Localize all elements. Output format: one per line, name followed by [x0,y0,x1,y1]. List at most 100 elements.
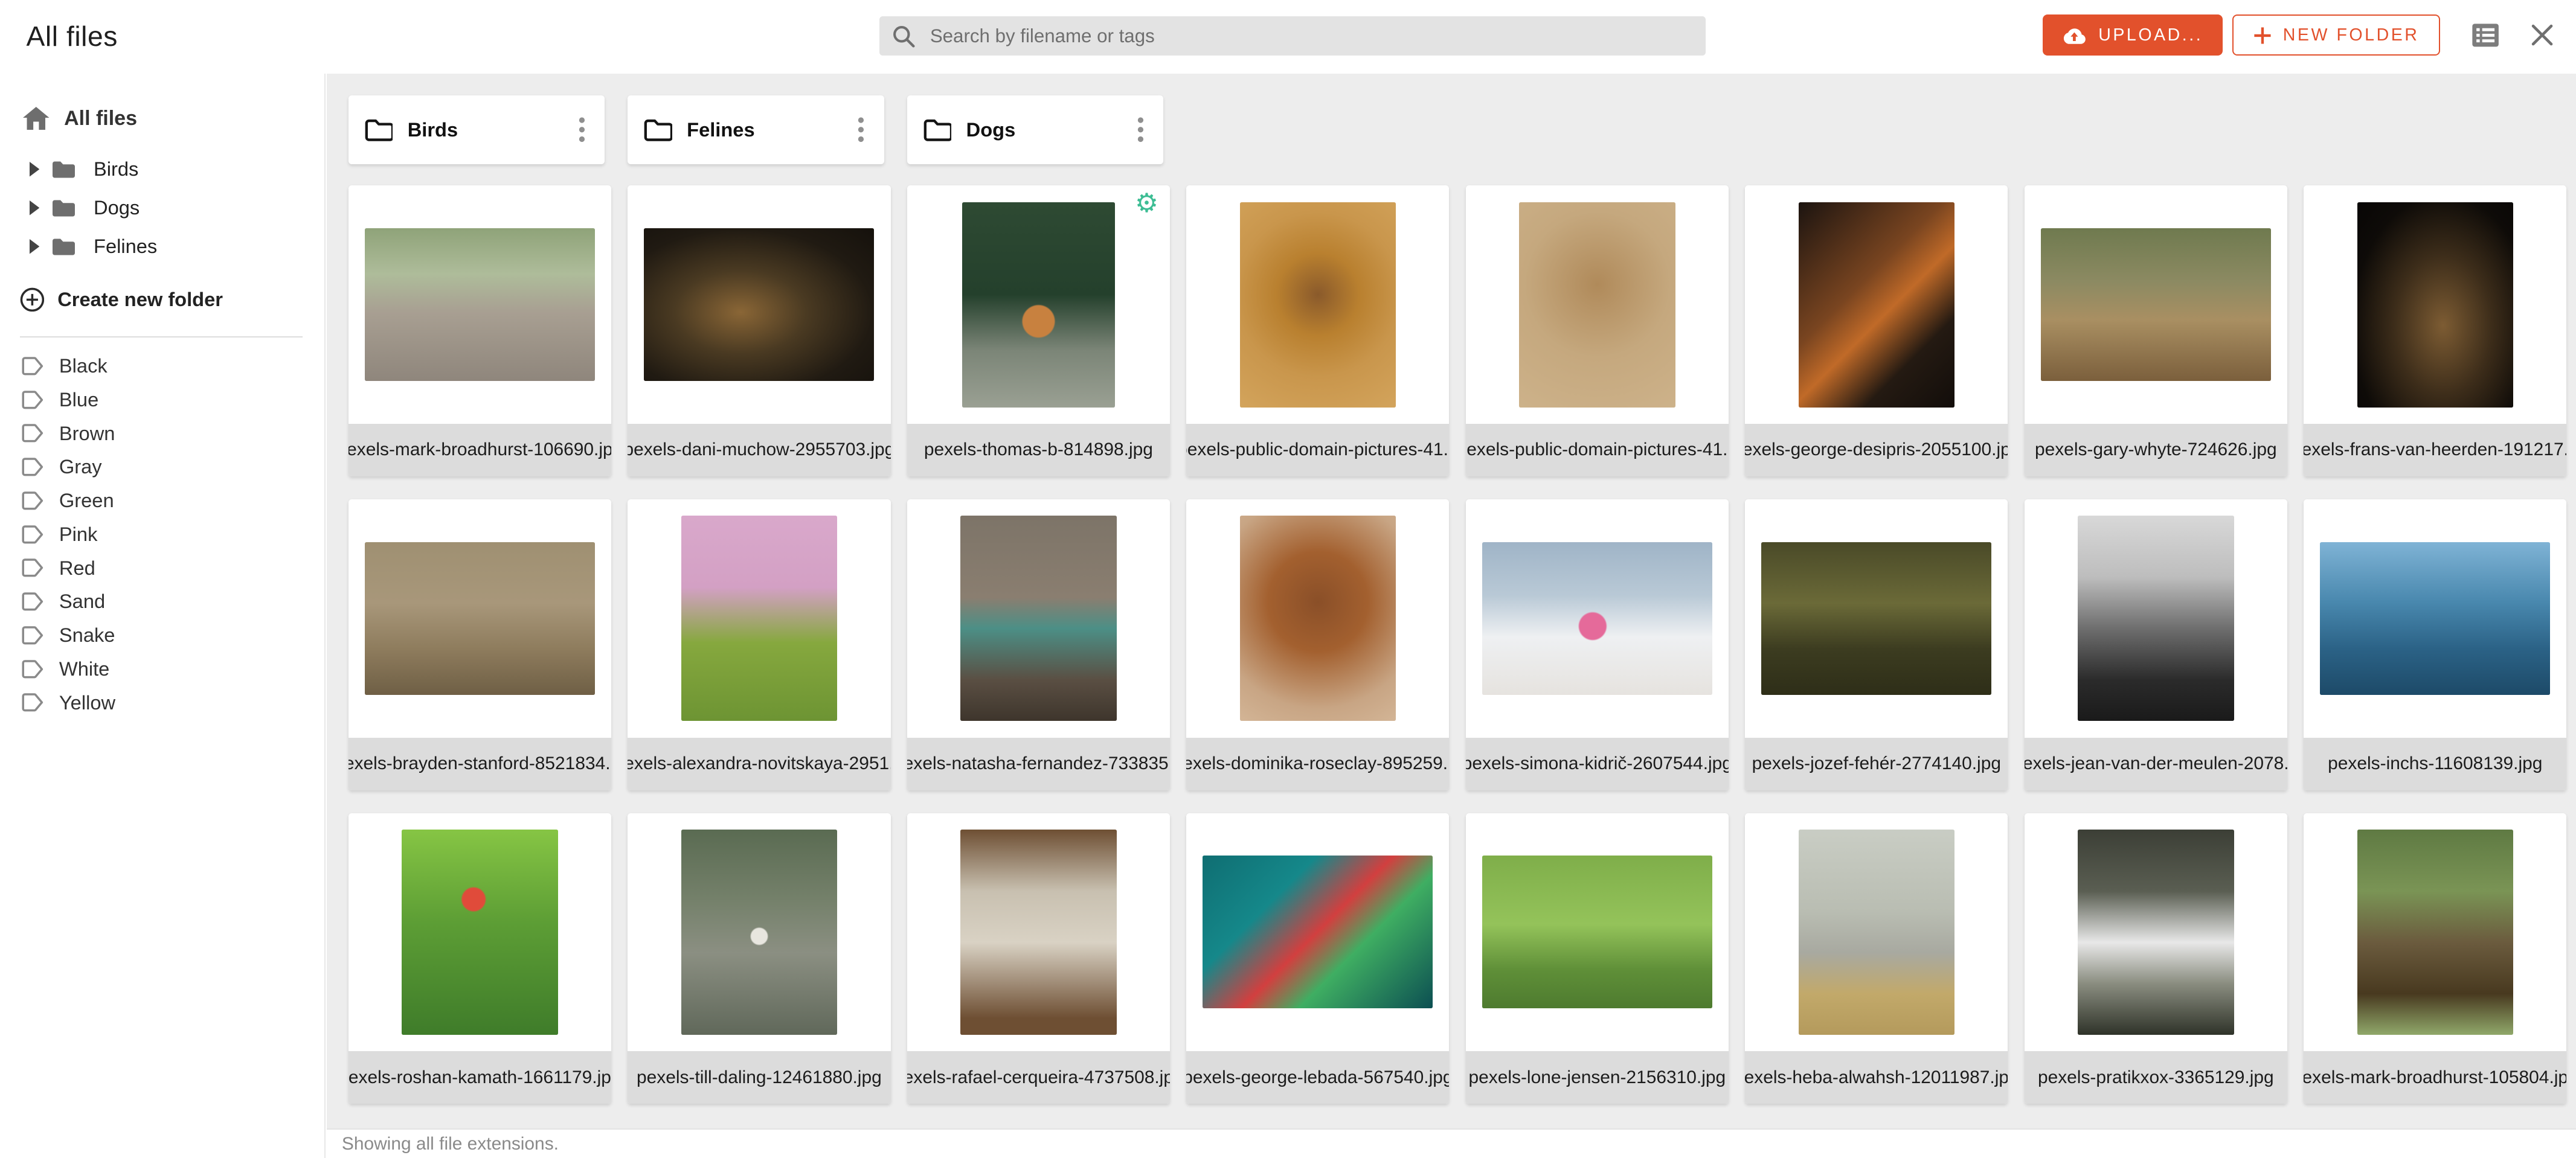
file-card[interactable]: pexels-natasha-fernandez-733835... [907,499,1170,790]
file-card[interactable]: pexels-till-daling-12461880.jpg [628,813,890,1104]
file-card[interactable]: pexels-george-lebada-567540.jpg [1186,813,1449,1104]
file-card[interactable]: pexels-jean-van-der-meulen-2078... [2025,499,2287,790]
search-input[interactable] [927,24,1692,48]
chevron-right-icon[interactable] [30,162,39,176]
thumbnail-wrapper [628,185,890,423]
file-card[interactable]: pexels-lone-jensen-2156310.jpg [1466,813,1729,1104]
file-card[interactable]: pexels-public-domain-pictures-41... [1186,185,1449,476]
new-folder-button[interactable]: NEW FOLDER [2232,14,2440,56]
folder-outline-icon [365,118,393,141]
image-thumbnail [681,516,837,721]
image-thumbnail [1482,856,1712,1008]
thumbnail-wrapper [1466,499,1729,737]
kebab-menu-icon[interactable] [575,114,588,146]
thumbnail-wrapper [1745,185,2008,423]
file-card[interactable]: pexels-mark-broadhurst-106690.jpg [348,185,611,476]
folder-card[interactable]: Felines [628,95,884,164]
close-icon[interactable] [2531,24,2554,46]
sidebar-tag-item[interactable]: Gray [0,450,324,484]
thumbnail-wrapper [1186,813,1449,1051]
file-name: pexels-frans-van-heerden-191217... [2304,424,2566,476]
folder-icon [51,198,75,218]
file-card[interactable]: pexels-inchs-11608139.jpg [2304,499,2566,790]
file-name: pexels-simona-kidrič-2607544.jpg [1466,738,1729,790]
sidebar-tag-item[interactable]: Yellow [0,686,324,720]
image-thumbnail [365,228,595,381]
image-thumbnail [1519,202,1675,408]
file-name: pexels-alexandra-novitskaya-2951... [628,738,890,790]
sidebar-tag-item[interactable]: Pink [0,517,324,551]
thumbnail-wrapper [628,813,890,1051]
file-name: pexels-natasha-fernandez-733835... [907,738,1170,790]
sidebar: All files Birds [0,74,326,1158]
status-bar: Showing all file extensions. [327,1128,2576,1158]
chevron-right-icon[interactable] [30,239,39,254]
file-card[interactable]: pexels-dani-muchow-2955703.jpg [628,185,890,476]
sidebar-folder-item[interactable]: Felines [0,227,324,266]
tag-icon [21,423,44,443]
file-card[interactable]: pexels-dominika-roseclay-895259.... [1186,499,1449,790]
sidebar-tag-item[interactable]: Red [0,551,324,585]
image-thumbnail [962,202,1115,408]
sidebar-tag-item[interactable]: Green [0,484,324,517]
file-card[interactable]: pexels-alexandra-novitskaya-2951... [628,499,890,790]
sidebar-tag-item[interactable]: Brown [0,417,324,450]
sidebar-folder-item[interactable]: Birds [0,150,324,188]
sidebar-folder-label: Birds [94,158,138,181]
file-card[interactable]: pexels-brayden-stanford-8521834.... [348,499,611,790]
file-card[interactable]: pexels-public-domain-pictures-41... [1466,185,1729,476]
thumbnail-wrapper [348,185,611,423]
folder-card[interactable]: Birds [348,95,605,164]
thumbnail-wrapper [1466,813,1729,1051]
upload-button[interactable]: UPLOAD... [2043,14,2223,56]
content-area: Birds Felines [327,74,2576,1128]
file-card[interactable]: pexels-george-desipris-2055100.jpg [1745,185,2008,476]
file-card[interactable]: pexels-roshan-kamath-1661179.jpg [348,813,611,1104]
image-thumbnail [1240,202,1396,408]
tag-list: Black Blue Brown [0,349,324,719]
file-card[interactable]: pexels-frans-van-heerden-191217... [2304,185,2566,476]
chevron-right-icon[interactable] [30,200,39,215]
thumbnail-wrapper [2304,185,2566,423]
thumbnail-wrapper [907,499,1170,737]
file-card[interactable]: pexels-gary-whyte-724626.jpg [2025,185,2287,476]
sidebar-tag-label: Black [59,354,108,377]
file-manager-window: All files UPLOAD... NEW FOLDER [0,0,2576,1158]
sidebar-tag-item[interactable]: Snake [0,618,324,652]
thumbnail-wrapper [2304,499,2566,737]
file-card[interactable]: pexels-mark-broadhurst-105804.jpg [2304,813,2566,1104]
sidebar-tag-item[interactable]: Blue [0,383,324,417]
sidebar-item-all-files[interactable]: All files [23,107,324,130]
file-name: pexels-till-daling-12461880.jpg [628,1051,890,1104]
sidebar-tag-label: Gray [59,455,102,478]
list-view-icon[interactable] [2472,23,2499,48]
sidebar-tag-label: Green [59,489,114,512]
sidebar-tag-label: Pink [59,523,97,546]
file-card[interactable]: pexels-pratikxox-3365129.jpg [2025,813,2287,1104]
file-card[interactable]: ⚙ pexels-thomas-b-814898.jpg [907,185,1170,476]
sidebar-tag-label: Brown [59,422,115,445]
sidebar-tag-item[interactable]: Black [0,349,324,383]
new-folder-button-label: NEW FOLDER [2283,25,2420,45]
create-new-folder-button[interactable]: Create new folder [20,287,324,312]
kebab-menu-icon[interactable] [855,114,868,146]
file-name: pexels-pratikxox-3365129.jpg [2025,1051,2287,1104]
folder-card[interactable]: Dogs [907,95,1163,164]
sidebar-tag-item[interactable]: Sand [0,585,324,619]
sidebar-item-label: All files [64,107,137,130]
image-thumbnail [960,830,1116,1035]
file-card[interactable]: pexels-heba-alwahsh-12011987.jpg [1745,813,2008,1104]
sidebar-tag-item[interactable]: White [0,652,324,686]
thumbnail-wrapper [628,499,890,737]
header-actions: UPLOAD... NEW FOLDER [2043,14,2554,56]
file-card[interactable]: pexels-simona-kidrič-2607544.jpg [1466,499,1729,790]
file-name: pexels-public-domain-pictures-41... [1186,424,1449,476]
sidebar-divider [20,336,303,337]
sidebar-folder-item[interactable]: Dogs [0,188,324,227]
file-card[interactable]: pexels-rafael-cerqueira-4737508.jpg [907,813,1170,1104]
file-card[interactable]: pexels-jozef-fehér-2774140.jpg [1745,499,2008,790]
kebab-menu-icon[interactable] [1134,114,1147,146]
sidebar-tag-label: Red [59,557,95,580]
folder-icon [51,237,75,257]
image-thumbnail [644,228,874,381]
